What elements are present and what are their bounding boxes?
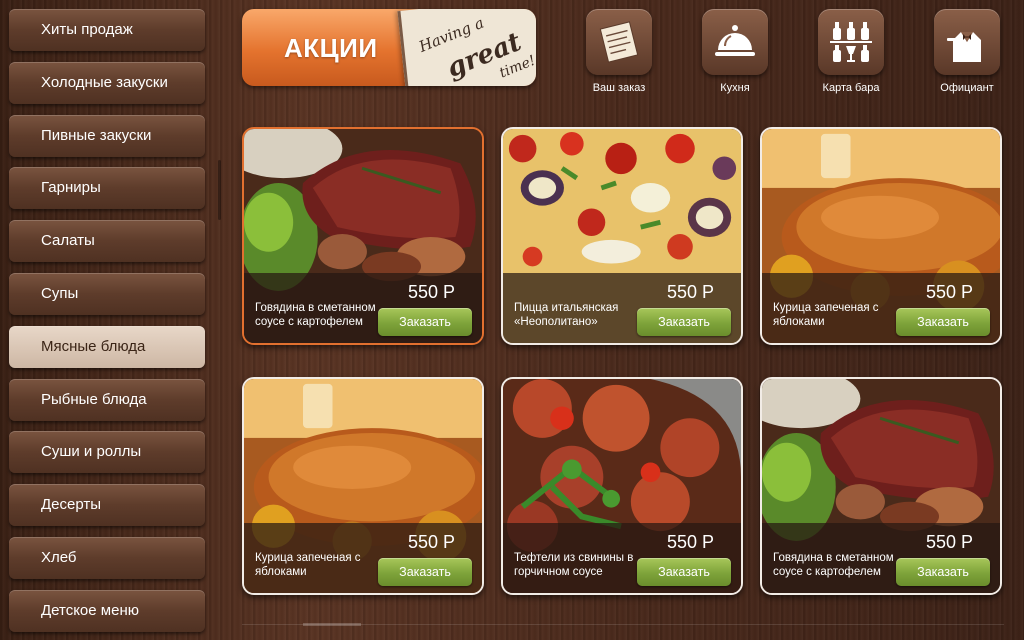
product-price: 550 Р: [666, 282, 714, 302]
nav-your-order-label: Ваш заказ: [592, 82, 646, 94]
product-card[interactable]: Пицца итальянская «Неополитано» 550 Р За…: [501, 127, 743, 345]
page-indicator-current: [303, 623, 361, 626]
nav-waiter[interactable]: Официант: [922, 9, 1012, 94]
product-name: Тефтели из свинины в горчичном соусе: [514, 552, 634, 578]
product-name: Курица запеченая с яблоками: [773, 302, 879, 328]
cloche-icon[interactable]: [702, 9, 768, 75]
nav-your-order[interactable]: Ваш заказ: [574, 9, 664, 94]
sidebar-item-cold-starters[interactable]: Холодные закуски: [9, 62, 205, 104]
nav-kitchen[interactable]: Кухня: [690, 9, 780, 94]
order-button[interactable]: Заказать: [637, 558, 731, 586]
sidebar-item-kids-menu[interactable]: Детское меню: [9, 590, 205, 632]
product-card[interactable]: Говядина в сметанном соусе с картофелем …: [242, 127, 484, 345]
order-button[interactable]: Заказать: [378, 558, 472, 586]
product-name: Говядина в сметанном соусе с картофелем: [773, 552, 894, 578]
sidebar-item-sushi-rolls[interactable]: Суши и роллы: [9, 431, 205, 473]
waiter-icon[interactable]: [934, 9, 1000, 75]
sidebar-item-hits[interactable]: Хиты продаж: [9, 9, 205, 51]
nav-bar-menu[interactable]: Карта бара: [806, 9, 896, 94]
product-price: 550 Р: [407, 282, 455, 302]
sidebar-item-beer-snacks[interactable]: Пивные закуски: [9, 115, 205, 157]
order-button[interactable]: Заказать: [378, 308, 472, 336]
sidebar-item-sides[interactable]: Гарниры: [9, 167, 205, 209]
nav-waiter-label: Официант: [940, 82, 994, 94]
product-name: Говядина в сметанном соусе с картофелем: [255, 302, 376, 328]
sidebar-scroll-indicator: [218, 160, 221, 220]
sidebar-item-salads[interactable]: Салаты: [9, 220, 205, 262]
product-card[interactable]: Курица запеченая с яблоками 550 Р Заказа…: [760, 127, 1002, 345]
product-name: Курица запеченая с яблоками: [255, 552, 361, 578]
product-price: 550 Р: [666, 532, 714, 552]
order-button[interactable]: Заказать: [637, 308, 731, 336]
product-price: 550 Р: [925, 532, 973, 552]
product-price: 550 Р: [407, 532, 455, 552]
promo-banner[interactable]: АКЦИИ Having a great time!: [242, 9, 536, 86]
sidebar-item-meat-dishes[interactable]: Мясные блюда: [9, 326, 205, 368]
sidebar-menu: Хиты продаж Холодные закуски Пивные заку…: [0, 0, 222, 640]
order-button[interactable]: Заказать: [896, 308, 990, 336]
nav-kitchen-label: Кухня: [720, 82, 750, 94]
sidebar-item-soups[interactable]: Супы: [9, 273, 205, 315]
product-card[interactable]: Тефтели из свинины в горчичном соусе 550…: [501, 377, 743, 595]
promo-title: АКЦИИ: [284, 33, 378, 63]
order-note-icon[interactable]: [586, 9, 652, 75]
product-card[interactable]: Говядина в сметанном соусе с картофелем …: [760, 377, 1002, 595]
sidebar-item-fish-dishes[interactable]: Рыбные блюда: [9, 379, 205, 421]
bottles-icon[interactable]: [818, 9, 884, 75]
product-name: Пицца итальянская «Неополитано»: [514, 302, 619, 328]
product-price: 550 Р: [925, 282, 973, 302]
sidebar-item-desserts[interactable]: Десерты: [9, 484, 205, 526]
order-button[interactable]: Заказать: [896, 558, 990, 586]
nav-bar-menu-label: Карта бара: [822, 82, 880, 94]
promo-sign-image: Having a great time!: [397, 9, 536, 86]
sidebar-item-bread[interactable]: Хлеб: [9, 537, 205, 579]
product-card[interactable]: Курица запеченая с яблоками 550 Р Заказа…: [242, 377, 484, 595]
